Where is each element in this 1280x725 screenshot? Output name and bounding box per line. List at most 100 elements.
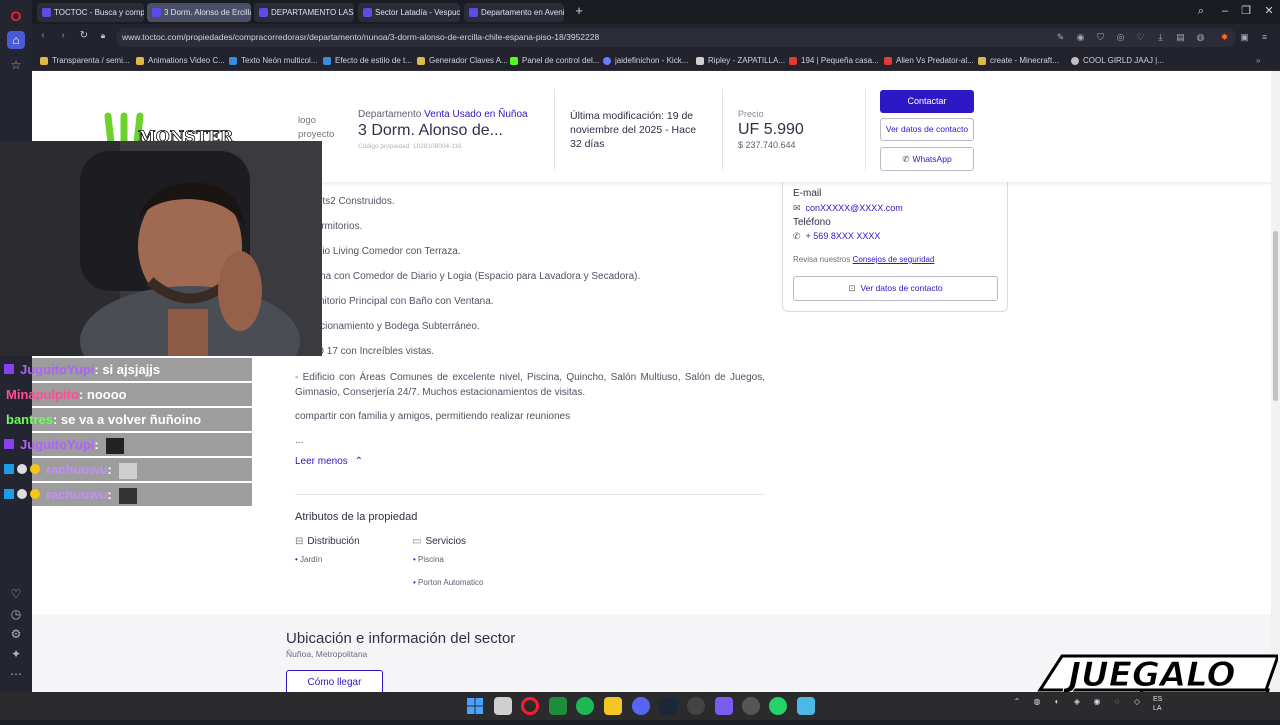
bookmark-folder-icon (136, 57, 144, 65)
bookmark-item[interactable]: Efecto de estilo de t... (323, 54, 412, 68)
profile-icon[interactable]: ◍ (1194, 31, 1207, 44)
phone-value: + 569 8XXX XXXX (805, 231, 881, 241)
reload-icon[interactable]: ↻ (77, 29, 91, 43)
location-subtitle: Ñuñoa, Metropolitana (286, 649, 368, 659)
extension-icon[interactable]: ✸ (1218, 31, 1231, 44)
page-scrollbar[interactable] (1271, 71, 1280, 692)
chat-text: : (107, 487, 112, 502)
app-icon[interactable] (715, 697, 733, 715)
forward-icon[interactable]: › (56, 29, 70, 43)
whatsapp-button[interactable]: ✆ WhatsApp (880, 147, 974, 171)
whatsapp-label: WhatsApp (912, 154, 952, 164)
view-contact-button[interactable]: Ver datos de contacto (880, 118, 974, 141)
tab[interactable]: DEPARTAMENTO LAS CON (254, 3, 354, 22)
xbox-icon[interactable] (549, 697, 567, 715)
opera-browser-icon[interactable] (521, 697, 539, 715)
bookmark-item[interactable]: Ripley - ZAPATILLA... (696, 54, 785, 68)
security-link[interactable]: Consejos de seguridad (853, 255, 935, 264)
tray-app-icon[interactable]: ◐ (1052, 697, 1062, 707)
bookmark-item[interactable]: Animations Video C... (136, 54, 225, 68)
whatsapp-app-icon[interactable] (769, 697, 787, 715)
chat-username: rachuuwu (46, 462, 108, 477)
start-windows-icon[interactable] (466, 697, 484, 715)
chat-username: JuguitoYupi (20, 362, 95, 377)
email-value: conXXXXX@XXXX.com (805, 203, 903, 213)
edit-icon[interactable]: ✎ (1054, 31, 1067, 44)
webcam-overlay (0, 141, 322, 356)
bookmarks-more-icon[interactable]: » (1256, 54, 1260, 68)
tray-app-icon[interactable]: ◇ (1132, 697, 1142, 707)
bookmark-item[interactable]: Transparenta / semi... (40, 54, 130, 68)
directions-button[interactable]: Cómo llegar (286, 670, 383, 692)
opera-logo-icon[interactable]: O (7, 7, 25, 25)
app-icon[interactable] (742, 697, 760, 715)
history-icon[interactable]: ◷ (7, 605, 25, 623)
sub-badge-icon (4, 364, 14, 374)
bookmark-item[interactable]: 194 | Pequeña casa... (789, 54, 879, 68)
bookmark-label: 194 | Pequeña casa... (801, 56, 879, 65)
verified-badge-icon (4, 489, 14, 499)
file-explorer-icon[interactable] (604, 697, 622, 715)
tab-label: Departamento en Avenida (481, 8, 564, 17)
tray-app-icon[interactable]: ◈ (1072, 697, 1082, 707)
tray-app-icon[interactable]: ◍ (1032, 697, 1042, 707)
bookmark-item[interactable]: jaidefinichon - Kick... (603, 54, 688, 68)
vpn-icon[interactable]: ◎ (1114, 31, 1127, 44)
download-icon[interactable]: ⤓ (1154, 31, 1167, 44)
settings-gear-icon[interactable]: ⚙ (7, 625, 25, 643)
wallet-icon[interactable]: ▤ (1174, 31, 1187, 44)
home-icon[interactable]: ⌂ (7, 31, 25, 49)
tab[interactable]: Sector Latadía - Vespucio (358, 3, 460, 22)
kick-favicon-icon (510, 57, 518, 65)
task-view-icon[interactable] (494, 697, 512, 715)
url-box[interactable]: www.toctoc.com/propiedades/compracorredo… (116, 28, 1236, 47)
chat-message: JuguitoYupi: si ajsjajjs (0, 358, 160, 381)
tray-app-icon[interactable]: ◌ (1112, 697, 1122, 707)
language-indicator[interactable]: ES LA (1153, 695, 1162, 713)
services-heading: ▭ Servicios (412, 536, 466, 547)
chat-message: JuguitoYupi: (0, 433, 125, 456)
view-contact-card-button[interactable]: ⊡ Ver datos de contacto (793, 276, 998, 301)
camera-icon[interactable]: ◉ (1074, 31, 1087, 44)
read-less-link[interactable]: Leer menos ⌃ (295, 456, 363, 467)
tray-chevron-icon[interactable]: ⌃ (1012, 697, 1022, 707)
menu-icon[interactable]: ≡ (1258, 31, 1271, 44)
notepad-icon[interactable] (797, 697, 815, 715)
heart-icon[interactable]: ♡ (7, 585, 25, 603)
search-icon[interactable]: ⌕ (1194, 4, 1208, 18)
minimize-icon[interactable]: – (1218, 4, 1232, 18)
heart-icon[interactable]: ♡ (1134, 31, 1147, 44)
bulb-icon[interactable]: ✦ (7, 645, 25, 663)
bookmark-item[interactable]: create - Minecraft... (978, 54, 1059, 68)
price-clp: $ 237.740.644 (738, 140, 796, 150)
bookmark-item[interactable]: Generador Claves A... (417, 54, 508, 68)
email-row[interactable]: ✉ conXXXXX@XXXX.com (793, 203, 903, 214)
url-text[interactable]: www.toctoc.com/propiedades/compracorredo… (122, 28, 599, 47)
back-icon[interactable]: ‹ (36, 29, 50, 43)
bookmark-item[interactable]: Alien Vs Predator-al... (884, 54, 974, 68)
discord-icon[interactable] (632, 697, 650, 715)
tray-app-icon[interactable]: ◉ (1092, 697, 1102, 707)
shield-icon[interactable]: ⛉ (1094, 31, 1107, 44)
tab-active[interactable]: 3 Dorm. Alonso de Ercilla (147, 3, 251, 22)
bookmark-item[interactable]: Texto Neón multicol... (229, 54, 317, 68)
divider (865, 89, 866, 171)
bookmark-item[interactable]: Panel de control del... (510, 54, 599, 68)
screenshot-icon[interactable]: ▣ (1238, 31, 1251, 44)
obs-icon[interactable] (687, 697, 705, 715)
tab[interactable]: Departamento en Avenida (464, 3, 564, 22)
location-title: Ubicación e información del sector (286, 630, 516, 647)
more-dots-icon[interactable]: ⋯ (7, 665, 25, 683)
phone-row[interactable]: ✆ + 569 8XXX XXXX (793, 231, 880, 242)
contact-button[interactable]: Contactar (880, 90, 974, 113)
scrollbar-thumb[interactable] (1273, 231, 1278, 401)
bookmark-item[interactable]: COOL GIRLD JAAJ |... (1071, 54, 1164, 68)
spotify-icon[interactable] (576, 697, 594, 715)
steam-icon[interactable] (659, 697, 677, 715)
pin-icon[interactable]: ☆ (7, 56, 25, 74)
services-item: • Piscina (413, 555, 444, 564)
restore-icon[interactable]: ❐ (1239, 4, 1253, 18)
close-icon[interactable]: ✕ (1262, 4, 1276, 18)
new-tab-plus-icon[interactable]: + (572, 4, 586, 18)
tab[interactable]: TOCTOC - Busca y compra (37, 3, 144, 22)
